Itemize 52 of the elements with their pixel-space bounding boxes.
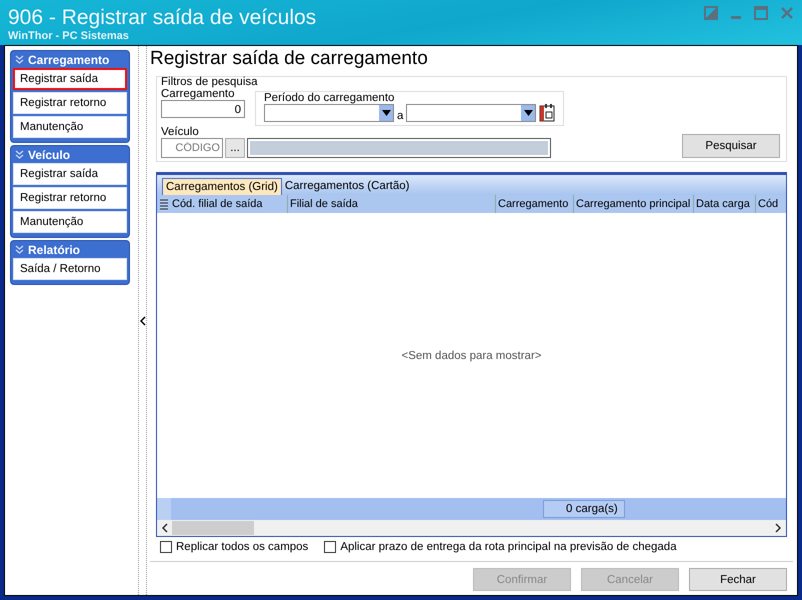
checkbox[interactable] [160,541,172,553]
sidebar-item[interactable]: Saída / Retorno [13,258,127,280]
group-header[interactable]: Carregamento [13,51,127,68]
scroll-right-icon[interactable] [774,523,782,533]
description-field[interactable] [247,138,551,158]
column-header[interactable]: Cód. filial de saída [170,195,288,213]
column-header[interactable]: Carregamento [496,195,574,213]
range-separator: a [397,110,404,122]
tab[interactable]: Carregamentos (Cartão) [282,178,412,195]
empty-message: <Sem dados para mostrar> [402,350,542,362]
field-label: Carregamento [161,88,236,100]
dropdown-icon [524,110,533,116]
column-chooser-icon[interactable] [160,198,168,210]
input-field[interactable]: 0 [161,100,245,118]
sidebar-item[interactable]: Registrar saída [13,68,127,90]
chevron-icon [15,55,24,64]
restore-icon[interactable] [704,6,718,20]
sidebar-item[interactable]: Registrar retorno [13,92,127,114]
group-header[interactable]: Relatório [13,241,127,258]
checkbox-option[interactable]: Aplicar prazo de entrega da rota principal na previsão de chegada [324,541,677,553]
column-header[interactable]: Cód [756,195,782,213]
checkbox[interactable] [324,541,336,553]
filter-legend: Filtros de pesquisa [161,76,782,88]
tab[interactable]: Carregamentos (Grid) [162,178,282,195]
window-title: 906 - Registrar saída de veículos [8,5,316,30]
date-field[interactable] [264,104,394,122]
sidebar-item[interactable]: Manutenção [13,116,127,138]
scroll-thumb[interactable] [172,521,254,535]
chevron-icon [15,245,24,254]
dropdown-icon [382,110,390,116]
browse-button[interactable]: ... [225,138,245,158]
close-icon[interactable] [780,6,794,20]
sidebar-item[interactable]: Registrar retorno [13,187,127,209]
sidebar-item[interactable]: Registrar saída [13,163,127,185]
field-label: Veículo [161,126,200,138]
checkbox-option[interactable]: Replicar todos os campos [160,541,308,553]
chevron-icon [15,150,24,159]
scroll-left-icon[interactable] [161,523,169,533]
sidebar-item[interactable]: Manutenção [13,211,127,233]
column-header[interactable]: Filial de saída [288,195,496,213]
record-count: 0 carga(s) [543,500,625,518]
action-button[interactable]: Fechar [689,568,787,591]
group-header[interactable]: Veículo [13,146,127,163]
page-title: Registrar saída de carregamento [150,48,429,71]
maximize-icon[interactable] [754,6,768,20]
period-legend: Período do carregamento [264,92,394,104]
column-header[interactable]: Data carga [694,195,756,213]
search-button[interactable]: Pesquisar [682,134,780,158]
date-field[interactable] [406,104,536,122]
calendar-icon[interactable] [539,104,556,122]
window-subtitle: WinThor - PC Sistemas [8,30,130,42]
column-header[interactable]: Carregamento principal [574,195,694,213]
